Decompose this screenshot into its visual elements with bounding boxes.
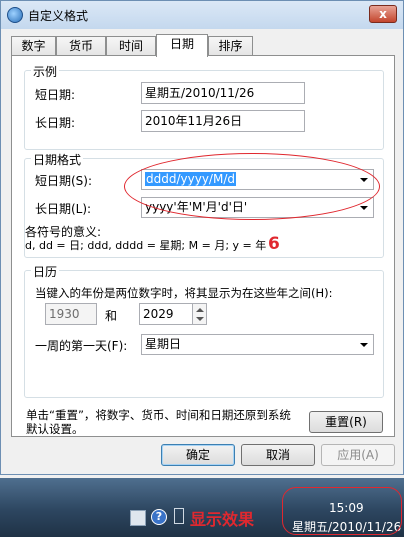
examples-group: 示例 短日期: 星期五/2010/11/26 长日期: 2010年11月26日: [24, 63, 384, 150]
globe-icon: [7, 7, 23, 23]
annotation-number: 6: [268, 234, 280, 254]
annotation-ellipse-formats: [124, 153, 380, 220]
keyboard-icon[interactable]: [130, 510, 146, 526]
year-from-field: 1930: [45, 303, 97, 325]
date-tab-panel: 示例 短日期: 星期五/2010/11/26 长日期: 2010年11月26日 …: [11, 55, 395, 437]
restore-icon[interactable]: [174, 508, 184, 524]
apply-button: 应用(A): [321, 444, 395, 466]
calendar-title: 日历: [31, 263, 60, 280]
symbols-text: d, dd = 日; ddd, dddd = 星期; M = 月; y = 年: [25, 239, 267, 252]
close-button[interactable]: x: [369, 5, 397, 23]
first-day-label: 一周的第一天(F):: [35, 339, 128, 353]
long-example-label: 长日期:: [35, 116, 76, 130]
long-example-field: 2010年11月26日: [141, 110, 305, 132]
tab-sort[interactable]: 排序: [208, 36, 253, 56]
spin-down-icon[interactable]: [196, 317, 204, 321]
tab-number[interactable]: 数字: [11, 36, 56, 56]
tab-date[interactable]: 日期: [156, 34, 208, 57]
cancel-button[interactable]: 取消: [241, 444, 315, 466]
reset-button[interactable]: 重置(R): [309, 411, 383, 433]
and-label: 和: [105, 309, 118, 323]
window-title: 自定义格式: [28, 9, 89, 23]
examples-title: 示例: [31, 63, 60, 80]
short-example-field: 星期五/2010/11/26: [141, 82, 305, 104]
date-formats-title: 日期格式: [31, 151, 84, 168]
year-to-field[interactable]: 2029: [139, 303, 193, 325]
first-day-combo[interactable]: 星期日: [141, 334, 374, 355]
help-icon[interactable]: ?: [151, 509, 167, 525]
short-date-label: 短日期(S):: [35, 174, 93, 188]
first-day-value: 星期日: [145, 337, 182, 351]
reset-hint: 单击“重置”，将数字、货币、时间和日期还原到系统默认设置。: [26, 408, 291, 436]
tab-currency[interactable]: 货币: [56, 36, 106, 56]
chevron-down-icon: [360, 206, 368, 210]
ok-button[interactable]: 确定: [161, 444, 235, 466]
custom-format-dialog: 自定义格式 x 数字 货币 时间 日期 排序 示例 短日期: 星期五/2010/…: [0, 0, 404, 475]
long-date-label: 长日期(L):: [35, 202, 92, 216]
annotation-ellipse-clock: [282, 487, 402, 535]
chevron-down-icon: [360, 343, 368, 347]
spin-up-icon[interactable]: [196, 308, 204, 312]
calendar-group: 日历 当键入的年份是两位数字时，将其显示为在这些年之间(H): 1930 和 2…: [24, 263, 384, 398]
tab-time[interactable]: 时间: [106, 36, 156, 56]
short-example-label: 短日期:: [35, 88, 76, 102]
two-digit-year-label: 当键入的年份是两位数字时，将其显示为在这些年之间(H):: [35, 286, 333, 300]
year-spinner[interactable]: [192, 303, 207, 325]
title-bar[interactable]: 自定义格式 x: [1, 1, 403, 29]
annotation-caption: 显示效果: [190, 510, 255, 529]
